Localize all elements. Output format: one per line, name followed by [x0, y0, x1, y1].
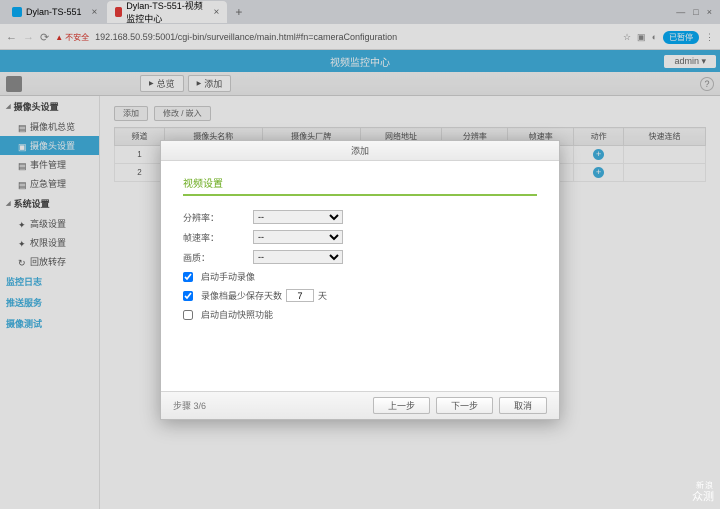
- retain-suffix: 天: [318, 289, 327, 302]
- dialog-footer: 步骤 3/6 上一步 下一步 取消: [161, 391, 559, 419]
- dialog-body: 视频设置 分辨率： -- 帧速率： -- 画质： -- 启动手动录像 录像档最少…: [161, 161, 559, 391]
- snapshot-label: 启动自动快照功能: [201, 308, 273, 321]
- dialog-title: 添加: [161, 141, 559, 161]
- snapshot-checkbox[interactable]: [183, 310, 193, 320]
- manual-record-checkbox[interactable]: [183, 272, 193, 282]
- retain-checkbox[interactable]: [183, 291, 193, 301]
- cancel-button[interactable]: 取消: [499, 397, 547, 414]
- label-quality: 画质：: [183, 251, 253, 264]
- label-resolution: 分辨率：: [183, 211, 253, 224]
- quality-select[interactable]: --: [253, 250, 343, 264]
- fps-select[interactable]: --: [253, 230, 343, 244]
- label-fps: 帧速率：: [183, 231, 253, 244]
- watermark: 新浪 众测: [692, 482, 714, 503]
- prev-button[interactable]: 上一步: [373, 397, 430, 414]
- retain-days-input[interactable]: [286, 289, 314, 302]
- next-button[interactable]: 下一步: [436, 397, 493, 414]
- step-indicator: 步骤 3/6: [173, 399, 206, 412]
- add-camera-dialog: 添加 视频设置 分辨率： -- 帧速率： -- 画质： -- 启动手动录像 录像…: [160, 140, 560, 420]
- retain-label: 录像档最少保存天数: [201, 289, 282, 302]
- manual-record-label: 启动手动录像: [201, 270, 255, 283]
- resolution-select[interactable]: --: [253, 210, 343, 224]
- section-heading: 视频设置: [183, 175, 537, 196]
